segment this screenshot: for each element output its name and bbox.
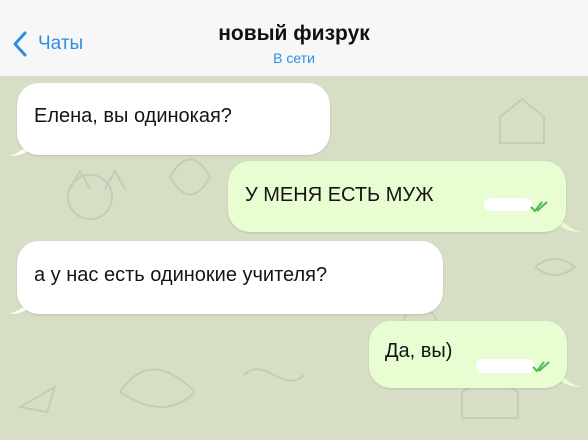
message-bubble-outgoing: У МЕНЯ ЕСТЬ МУЖ [228, 161, 566, 232]
chat-header: Чаты новый физрук В сети [0, 0, 588, 77]
message-text: а у нас есть одинокие учителя? [34, 264, 328, 286]
message-text: Да, вы) [385, 340, 453, 362]
message-bubble-outgoing: Да, вы) [369, 321, 567, 388]
message-text: У МЕНЯ ЕСТЬ МУЖ [245, 184, 434, 206]
redacted-timestamp [484, 198, 532, 211]
chat-title[interactable]: новый физрук [0, 22, 588, 46]
double-check-icon [530, 201, 548, 213]
message-text: Елена, вы одинокая? [34, 105, 232, 127]
chat-area: Елена, вы одинокая? У МЕНЯ ЕСТЬ МУЖ а у … [0, 77, 588, 440]
redacted-timestamp [476, 359, 534, 373]
message-bubble-incoming: а у нас есть одинокие учителя? [17, 241, 443, 314]
double-check-icon [532, 361, 550, 373]
chat-status: В сети [273, 50, 315, 66]
message-bubble-incoming: Елена, вы одинокая? [17, 83, 330, 155]
